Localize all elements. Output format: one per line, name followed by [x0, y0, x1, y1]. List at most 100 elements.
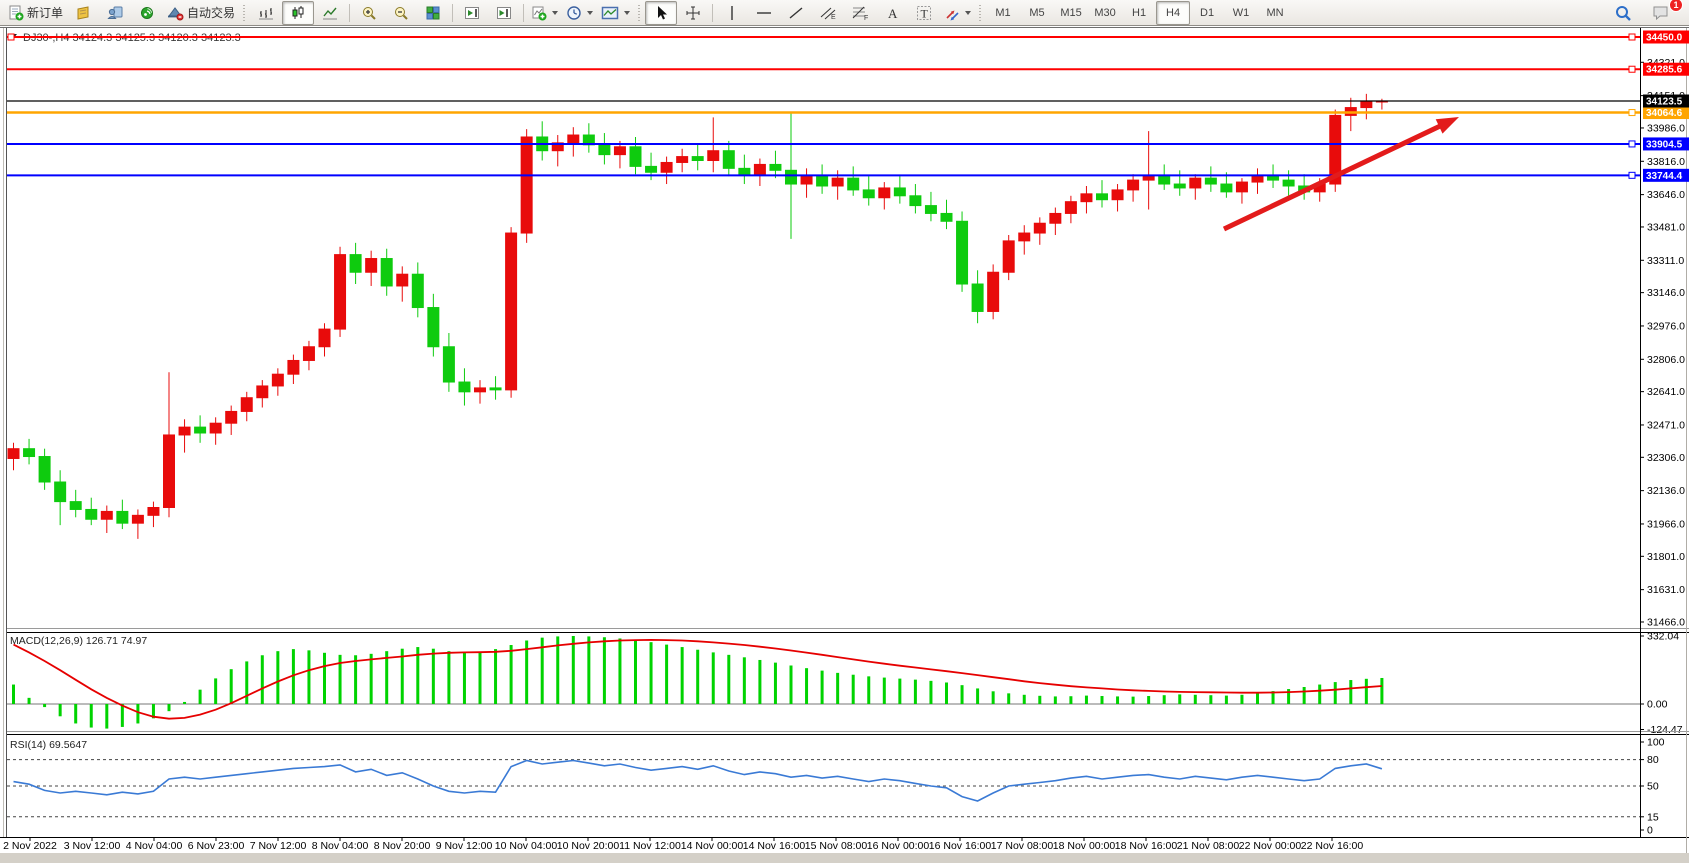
text-icon: A: [885, 5, 899, 21]
horizontal-line-button[interactable]: [748, 1, 780, 25]
macd-histogram-bar: [1240, 695, 1243, 704]
line-chart-icon: [322, 5, 338, 21]
chart-plot-area[interactable]: [7, 28, 1640, 628]
cursor-button[interactable]: [645, 1, 677, 25]
market-quotes-button[interactable]: [67, 1, 99, 25]
macd-histogram-bar: [929, 681, 932, 704]
tf-button-M5[interactable]: M5: [1020, 1, 1054, 25]
horizontal-line-icon: [756, 5, 772, 21]
macd-histogram-bar: [976, 688, 979, 704]
macd-histogram-bar: [12, 685, 15, 704]
line-anchor-handle[interactable]: [1629, 141, 1635, 147]
macd-label: MACD(12,26,9) 126.71 74.97: [10, 635, 147, 647]
candlestick-chart-button[interactable]: [282, 1, 314, 25]
candle-body: [941, 213, 952, 221]
channel-button[interactable]: E: [812, 1, 844, 25]
macd-histogram-bar: [494, 649, 497, 704]
candle-body: [1268, 176, 1279, 180]
price-label-text: 34450.0: [1646, 33, 1683, 44]
macd-histogram-bar: [774, 663, 777, 704]
zoom-out-button[interactable]: [385, 1, 417, 25]
toolbar-separator: [523, 4, 524, 22]
macd-histogram-bar: [945, 682, 948, 704]
tf-button-M15[interactable]: M15: [1054, 1, 1088, 25]
text-button[interactable]: A: [876, 1, 908, 25]
add-indicator-button[interactable]: [527, 1, 562, 25]
template-button[interactable]: [597, 1, 634, 25]
zoom-in-button[interactable]: [353, 1, 385, 25]
candle-body: [55, 482, 66, 502]
candle-body: [101, 511, 112, 519]
line-anchor-handle[interactable]: [8, 34, 14, 40]
tf-button-H4[interactable]: H4: [1156, 1, 1190, 25]
price-tick-label: 33311.0: [1647, 255, 1684, 267]
candle-body: [739, 168, 750, 174]
rsi-label: RSI(14) 69.5647: [10, 739, 87, 751]
add-indicator-icon: [531, 5, 547, 21]
candle-body: [817, 176, 828, 186]
auto-scroll-button[interactable]: [456, 1, 488, 25]
time-tick-label: 3 Nov 12:00: [64, 840, 121, 852]
time-tick-label: 7 Nov 12:00: [250, 840, 307, 852]
time-tick-label: 4 Nov 04:00: [126, 840, 183, 852]
market-depth-button[interactable]: [99, 1, 131, 25]
macd-histogram-bar: [1116, 696, 1119, 704]
chart-shift-icon: [496, 5, 512, 21]
period-button[interactable]: [562, 1, 597, 25]
macd-histogram-bar: [1163, 695, 1166, 704]
tf-button-M1[interactable]: M1: [986, 1, 1020, 25]
tf-button-H1[interactable]: H1: [1122, 1, 1156, 25]
candle-body: [972, 284, 983, 311]
macd-histogram-bar: [758, 660, 761, 704]
candle-body: [1019, 233, 1030, 241]
candle-body: [661, 162, 672, 172]
notification-badge: 1: [1669, 0, 1683, 12]
svg-text:T: T: [921, 6, 929, 20]
shapes-button[interactable]: [940, 1, 975, 25]
svg-text:E: E: [831, 14, 836, 21]
tf-button-MN[interactable]: MN: [1258, 1, 1292, 25]
crosshair-button[interactable]: [677, 1, 709, 25]
chart-canvas[interactable]: DJ30-,H4 34124.3 34125.3 34120.3 34123.3…: [0, 0, 1689, 863]
tf-button-W1[interactable]: W1: [1224, 1, 1258, 25]
macd-histogram-bar: [479, 652, 482, 704]
candle-body: [1097, 194, 1108, 200]
macd-histogram-bar: [603, 637, 606, 704]
autotrading-button[interactable]: 自动交易: [163, 1, 239, 25]
trendline-button[interactable]: [780, 1, 812, 25]
price-tick-label: 33816.0: [1647, 156, 1685, 168]
chevron-down-icon: [587, 11, 593, 15]
auto-scroll-icon: [464, 5, 480, 21]
candle-body: [443, 347, 454, 382]
news-button[interactable]: [131, 1, 163, 25]
candle-body: [350, 255, 361, 273]
new-order-button[interactable]: 新订单: [4, 1, 67, 25]
tile-windows-button[interactable]: [417, 1, 449, 25]
chart-shift-button[interactable]: [488, 1, 520, 25]
tf-button-M30[interactable]: M30: [1088, 1, 1122, 25]
candle-body: [288, 360, 299, 374]
time-tick-label: 16 Nov 16:00: [929, 840, 992, 852]
line-anchor-handle[interactable]: [1629, 110, 1635, 116]
new-order-icon: [8, 5, 24, 21]
time-tick-label: 22 Nov 00:00: [1239, 840, 1302, 852]
line-anchor-handle[interactable]: [1629, 172, 1635, 178]
fibonacci-button[interactable]: F: [844, 1, 876, 25]
macd-histogram-bar: [105, 704, 108, 729]
line-chart-button[interactable]: [314, 1, 346, 25]
line-anchor-handle[interactable]: [1629, 66, 1635, 72]
new-order-label: 新订单: [27, 4, 63, 21]
search-button[interactable]: [1607, 1, 1639, 25]
notifications-button[interactable]: 1: [1645, 1, 1677, 25]
vertical-line-button[interactable]: [716, 1, 748, 25]
tf-button-D1[interactable]: D1: [1190, 1, 1224, 25]
chat-icon: [1652, 4, 1670, 21]
bar-chart-button[interactable]: [250, 1, 282, 25]
macd-histogram-bar: [1023, 695, 1026, 704]
time-tick-label: 10 Nov 20:00: [557, 840, 620, 852]
time-tick-label: 21 Nov 08:00: [1177, 840, 1240, 852]
line-anchor-handle[interactable]: [1629, 34, 1635, 40]
candle-body: [195, 427, 206, 433]
label-button[interactable]: T: [908, 1, 940, 25]
macd-histogram-bar: [1132, 697, 1135, 704]
